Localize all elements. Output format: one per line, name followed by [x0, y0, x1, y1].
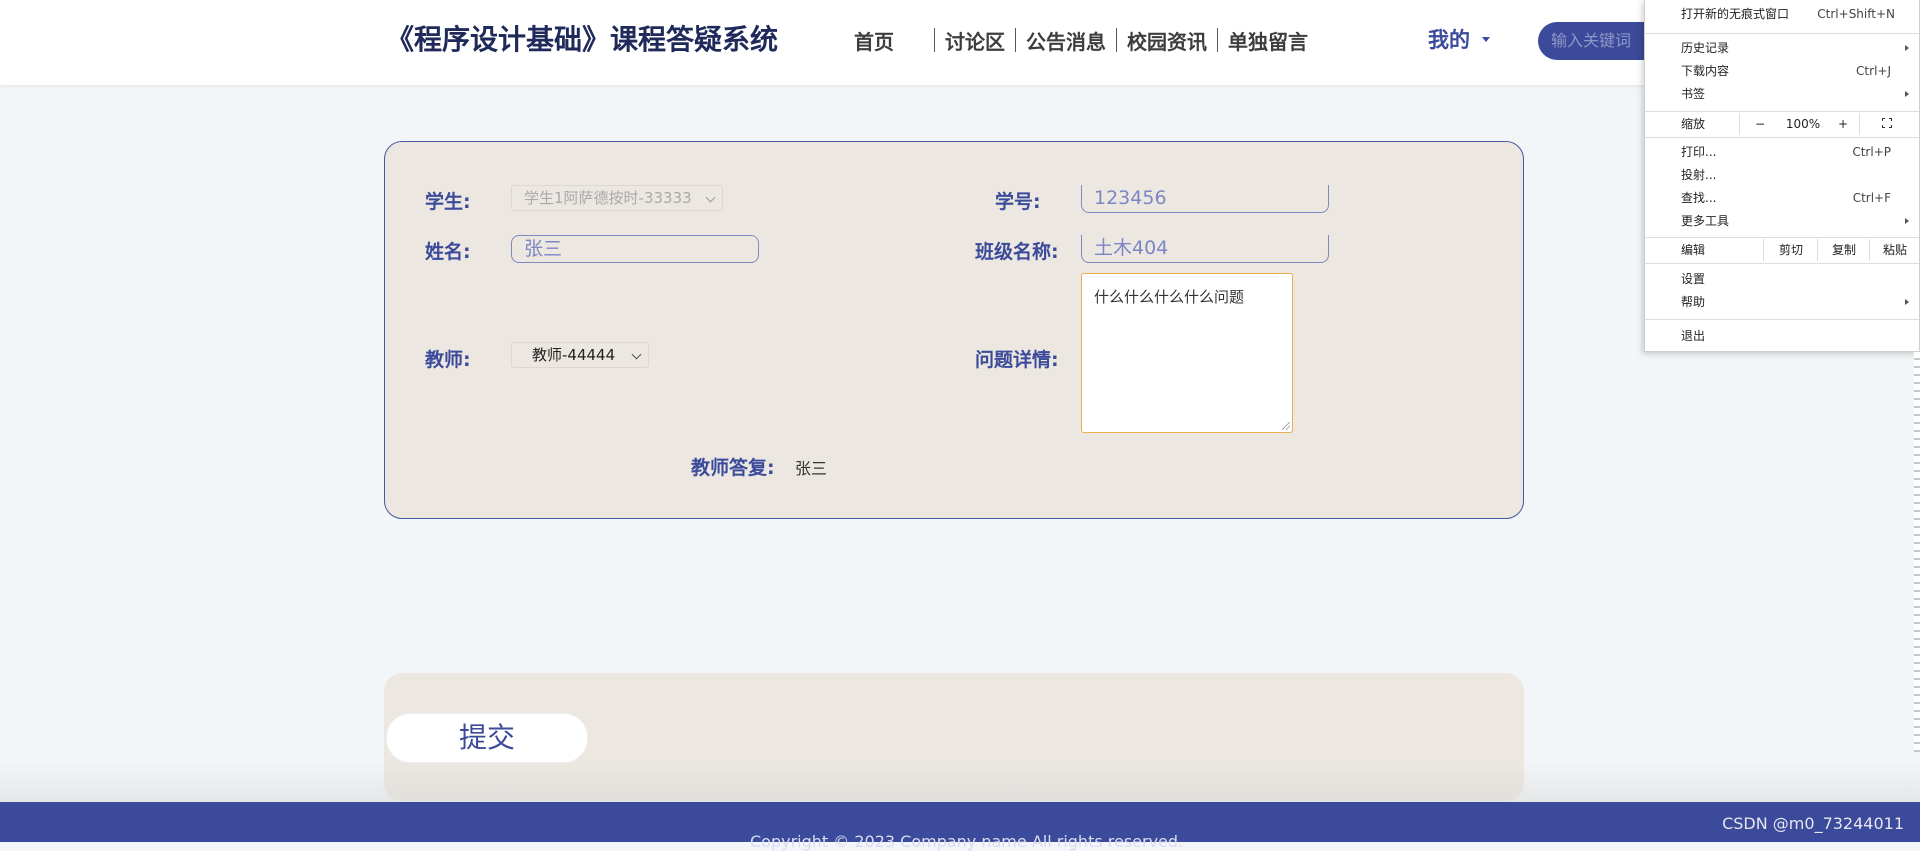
question-detail-text: 什么什么什么什么问题 [1094, 288, 1245, 306]
student-select-value: 学生1阿萨德按时-33333 [524, 189, 692, 207]
menu-item-exit[interactable]: 退出 [1645, 325, 1919, 347]
student-no-field[interactable]: 123456 [1081, 185, 1329, 213]
menu-edit-row: 编辑 剪切 复制 粘贴 [1645, 239, 1919, 261]
menu-item-label: 缩放 [1681, 117, 1706, 131]
menu-item-label: 编辑 [1681, 243, 1706, 257]
name-label: 姓名: [425, 241, 471, 263]
zoom-out-button[interactable]: − [1739, 113, 1780, 135]
resize-grip-icon[interactable] [1282, 422, 1290, 430]
menu-item-label: 更多工具 [1681, 214, 1730, 228]
nav-campus-news[interactable]: 校园资讯 [1117, 26, 1217, 55]
menu-item-label: 设置 [1681, 272, 1706, 286]
class-name-field[interactable]: 土木404 [1081, 235, 1329, 263]
menu-divider [1645, 319, 1919, 320]
menu-item-label: 书签 [1681, 87, 1706, 101]
menu-item-label: 历史记录 [1681, 41, 1730, 55]
menu-zoom-row: 缩放 − 100% + [1645, 113, 1919, 135]
teacher-answer-label: 教师答复: [691, 457, 775, 479]
menu-shortcut: Ctrl+P [1852, 145, 1891, 159]
menu-shortcut: Ctrl+J [1856, 64, 1891, 78]
caret-down-icon [1482, 36, 1490, 42]
csdn-watermark: CSDN @m0_73244011 [1722, 814, 1904, 833]
site-title: 《程序设计基础》课程答疑系统 [386, 23, 779, 56]
paste-button[interactable]: 粘贴 [1869, 239, 1920, 261]
chevron-down-icon [631, 349, 642, 360]
menu-divider [1645, 263, 1919, 264]
name-field[interactable]: 张三 [511, 235, 759, 263]
menu-item-label: 打印... [1681, 145, 1717, 159]
student-label: 学生: [425, 191, 471, 213]
menu-item-history[interactable]: 历史记录 [1645, 37, 1919, 59]
student-select[interactable]: 学生1阿萨德按时-33333 [511, 185, 723, 211]
teacher-answer-value: 张三 [795, 459, 828, 478]
question-form: 学生: 学生1阿萨德按时-33333 学号: 123456 姓名: 张三 班级名… [384, 141, 1524, 519]
menu-divider [1645, 33, 1919, 34]
menu-item-label: 打开新的无痕式窗口 [1681, 7, 1790, 21]
menu-item-incognito[interactable]: 打开新的无痕式窗口 Ctrl+Shift+N [1645, 3, 1919, 25]
nav-discussion[interactable]: 讨论区 [935, 26, 1015, 55]
zoom-in-button[interactable]: + [1827, 113, 1859, 135]
menu-divider [1645, 237, 1919, 238]
menu-item-label: 退出 [1681, 329, 1706, 343]
menu-item-label: 投射... [1681, 168, 1717, 182]
menu-shortcut: Ctrl+Shift+N [1817, 7, 1895, 21]
window-edge [1914, 352, 1920, 752]
fullscreen-button[interactable] [1859, 113, 1920, 135]
my-menu-label: 我的 [1428, 28, 1470, 52]
teacher-select-value: 教师-44444 [532, 346, 616, 364]
nav-home[interactable]: 首页 [852, 26, 934, 55]
fullscreen-icon [1881, 117, 1893, 129]
main-nav: 首页 讨论区 公告消息 校园资讯 单独留言 [852, 24, 1318, 56]
zoom-level: 100% [1785, 117, 1821, 131]
question-detail-label: 问题详情: [975, 349, 1059, 371]
site-header: 《程序设计基础》课程答疑系统 首页 讨论区 公告消息 校园资讯 单独留言 我的 … [0, 0, 1920, 85]
menu-item-more-tools[interactable]: 更多工具 [1645, 210, 1919, 232]
menu-shortcut: Ctrl+F [1852, 191, 1891, 205]
my-menu[interactable]: 我的 [1428, 24, 1490, 54]
menu-item-settings[interactable]: 设置 [1645, 268, 1919, 290]
menu-divider [1645, 137, 1919, 138]
menu-item-bookmarks[interactable]: 书签 [1645, 83, 1919, 105]
chevron-down-icon [705, 192, 716, 203]
teacher-label: 教师: [425, 349, 471, 371]
site-footer: Copyright © 2023 Company name All rights… [0, 802, 1920, 851]
menu-item-label: 帮助 [1681, 295, 1706, 309]
menu-item-help[interactable]: 帮助 [1645, 291, 1919, 313]
menu-item-cast[interactable]: 投射... [1645, 164, 1919, 186]
question-detail-textarea[interactable]: 什么什么什么什么问题 [1081, 273, 1293, 433]
teacher-select[interactable]: 教师-44444 [511, 342, 649, 368]
menu-item-label: 查找... [1681, 191, 1717, 205]
submenu-arrow-icon [1905, 218, 1909, 224]
bottom-shadow [0, 760, 1920, 802]
nav-private-message[interactable]: 单独留言 [1218, 26, 1318, 55]
browser-menu: 打开新的无痕式窗口 Ctrl+Shift+N 历史记录 下载内容 Ctrl+J … [1644, 0, 1920, 352]
menu-item-downloads[interactable]: 下载内容 Ctrl+J [1645, 60, 1919, 82]
class-name-label: 班级名称: [975, 241, 1059, 263]
menu-item-label: 下载内容 [1681, 64, 1730, 78]
submenu-arrow-icon [1905, 45, 1909, 51]
submenu-arrow-icon [1905, 299, 1909, 305]
menu-divider [1645, 111, 1919, 112]
student-no-label: 学号: [995, 191, 1041, 213]
menu-item-print[interactable]: 打印... Ctrl+P [1645, 141, 1919, 163]
copy-button[interactable]: 复制 [1817, 239, 1870, 261]
submit-button[interactable]: 提交 [386, 713, 588, 763]
submenu-arrow-icon [1905, 91, 1909, 97]
nav-announcements[interactable]: 公告消息 [1016, 26, 1116, 55]
menu-item-find[interactable]: 查找... Ctrl+F [1645, 187, 1919, 209]
cut-button[interactable]: 剪切 [1763, 239, 1818, 261]
